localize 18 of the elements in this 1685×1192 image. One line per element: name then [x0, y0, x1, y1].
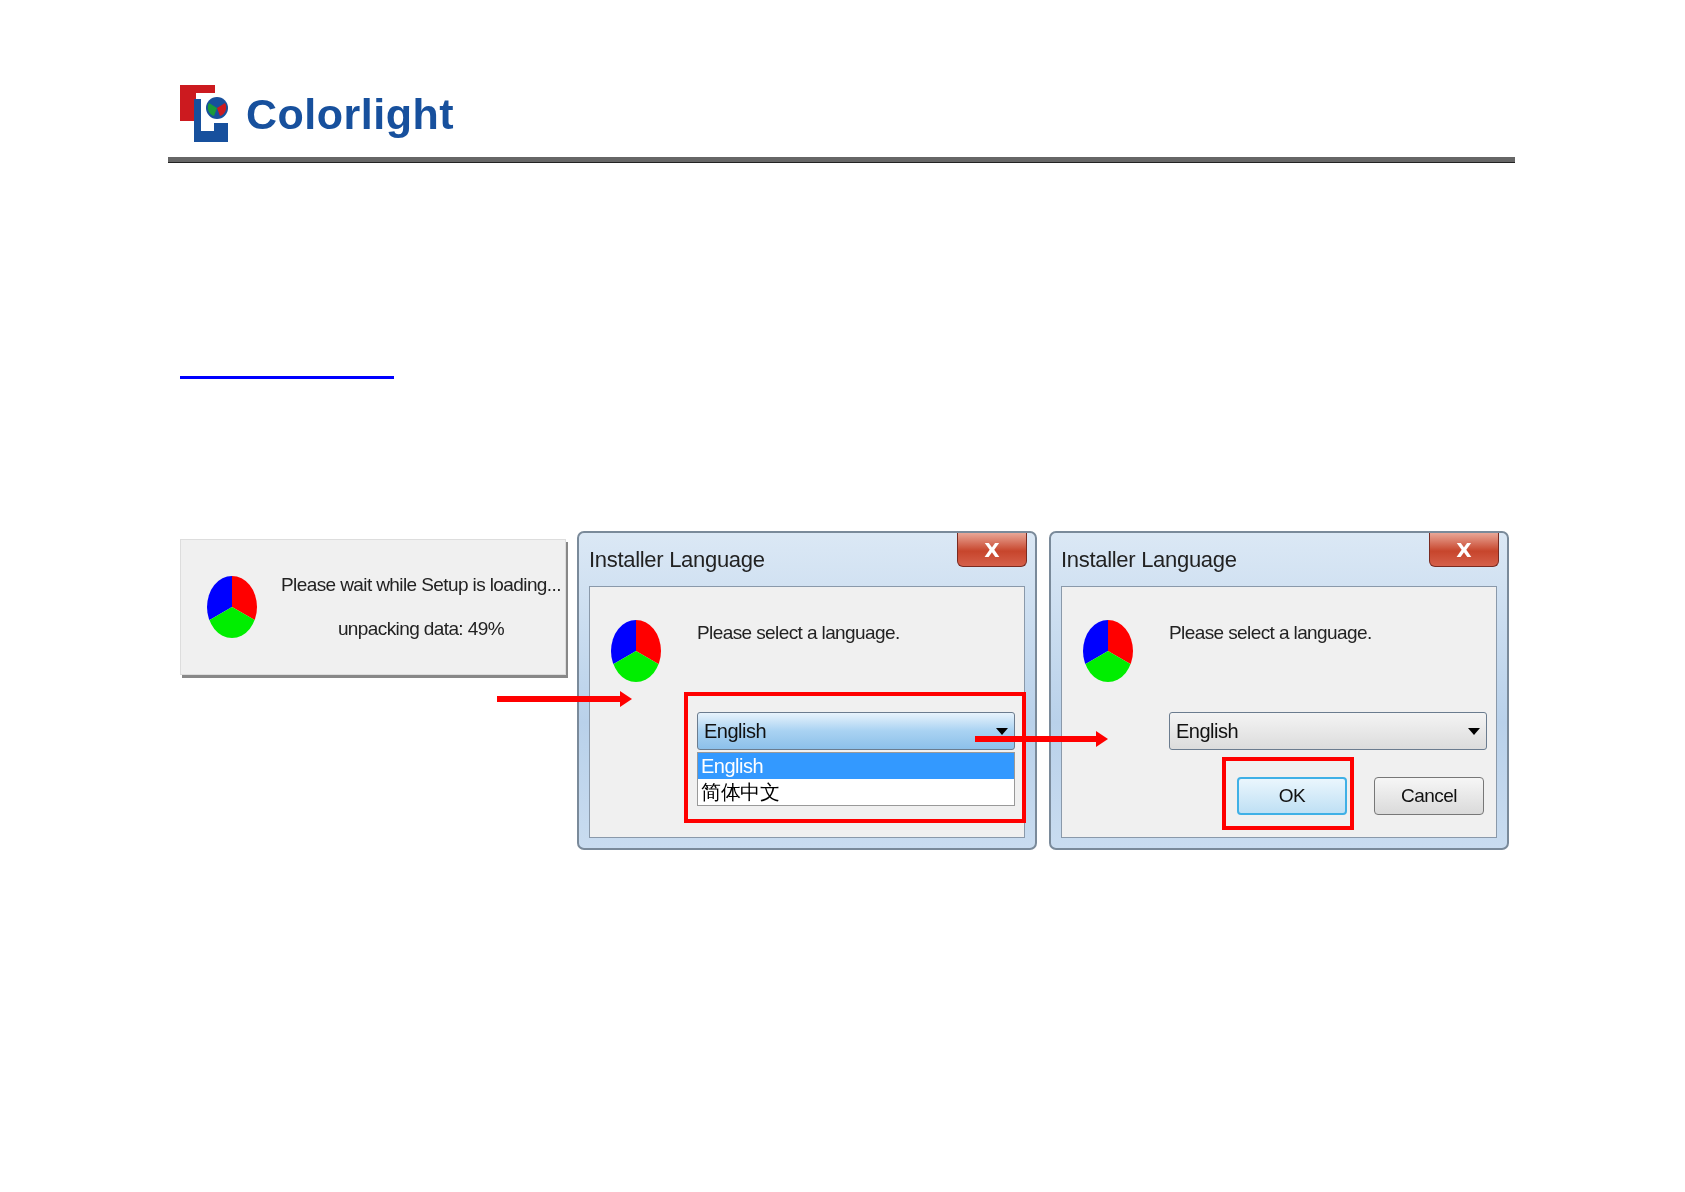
ok-button[interactable]: OK — [1237, 777, 1347, 815]
prompt-text: Please select a language. — [1169, 621, 1372, 644]
window-title: Installer Language — [589, 547, 765, 573]
prompt-text: Please select a language. — [697, 621, 900, 644]
logo-text: Colorlight — [246, 92, 454, 136]
close-button[interactable]: X — [957, 533, 1027, 567]
caret-icon — [1468, 727, 1480, 735]
language-dropdown[interactable]: English — [1169, 712, 1487, 750]
progress-text: unpacking data: 49% — [337, 618, 504, 640]
dropdown-option[interactable]: 简体中文 — [698, 779, 1014, 805]
close-button[interactable]: X — [1429, 533, 1499, 567]
pie-icon — [1083, 620, 1133, 682]
pie-icon — [611, 620, 661, 682]
loading-message: Please wait while Setup is loading... — [281, 574, 561, 596]
cancel-button[interactable]: Cancel — [1374, 777, 1484, 815]
pie-icon — [207, 576, 257, 638]
window-title: Installer Language — [1061, 547, 1237, 573]
language-dropdown[interactable]: English — [697, 712, 1015, 750]
